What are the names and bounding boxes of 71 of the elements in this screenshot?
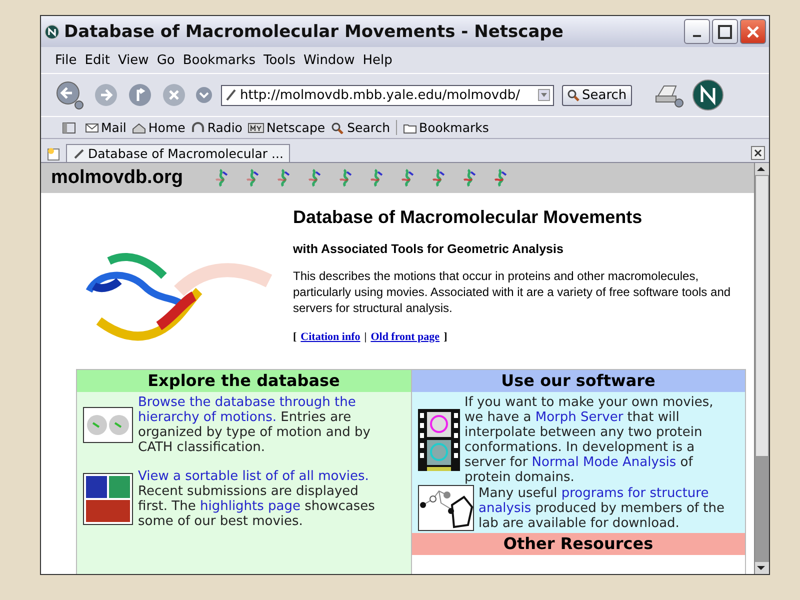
menu-item[interactable]: Tools — [263, 52, 296, 68]
section-header: Explore the database — [77, 370, 410, 392]
link[interactable]: analysis — [478, 500, 532, 516]
close-tab-icon[interactable] — [751, 146, 765, 160]
maximize-icon — [718, 24, 732, 38]
link[interactable]: Old front page — [370, 330, 440, 343]
dropdown-icon[interactable] — [538, 89, 550, 101]
menu-item[interactable]: Go — [156, 52, 175, 68]
link[interactable]: Mode Analysis — [582, 455, 676, 470]
description-text: This describes the motions that occur in proteins and other macromolecules, particularly using movies. Associated with it are a variety of free software tools and servers for structural analysis. — [293, 268, 732, 317]
minimize-icon — [693, 34, 701, 36]
maximize-button[interactable] — [712, 19, 738, 44]
page-icon — [73, 148, 85, 160]
menu-item[interactable]: View — [118, 52, 149, 68]
link[interactable]: programs for structure — [561, 486, 709, 500]
vertical-scrollbar[interactable] — [754, 163, 769, 574]
back-icon[interactable] — [55, 80, 85, 110]
link[interactable]: Morph Server — [535, 410, 624, 425]
site-name: molmovdb.org — [51, 167, 183, 189]
reload-icon[interactable] — [127, 82, 153, 108]
window-title: Database of Macromolecular Movements - Netscape — [64, 22, 564, 42]
page-icon — [225, 88, 237, 102]
address-field[interactable]: http://molmovdb.mbb.yale.edu/molmovdb/ — [221, 84, 554, 106]
link[interactable]: View a sortable list of of all movies. — [138, 469, 369, 484]
link[interactable]: Browse the database through the — [138, 395, 356, 410]
minimize-button[interactable] — [684, 19, 710, 44]
page-heading: Database of Macromolecular Movements — [293, 207, 644, 228]
toolbar-link[interactable]: Bookmarks — [396, 120, 489, 135]
link[interactable]: highlights page — [200, 499, 301, 514]
protein-structure-thumbnail — [83, 407, 133, 443]
section-header: Other Resources — [412, 533, 745, 555]
section-paragraph: Many useful programs for structure analysis produced by members of the lab are available for download. — [478, 486, 726, 530]
link[interactable]: Citation info — [300, 330, 360, 343]
menu-item[interactable]: Edit — [84, 52, 110, 68]
headphones-icon — [191, 122, 206, 134]
netscape-logo-icon — [44, 24, 60, 40]
menu-item[interactable]: Bookmarks — [182, 52, 256, 68]
toolbar-link[interactable]: Netscape — [248, 120, 326, 135]
separator-text: | — [364, 330, 367, 343]
film-strip-icon — [418, 409, 460, 471]
close-icon — [746, 24, 760, 38]
toolbar-link[interactable]: Search — [331, 120, 390, 135]
netscape-logo-icon[interactable] — [692, 79, 724, 111]
section-paragraph: Browse the database through the hierarchy of motions. Entries are organized by type of motion and by CATH classification. — [138, 395, 372, 455]
dropdown-icon[interactable] — [195, 86, 213, 104]
bracket-text: [ — [293, 330, 297, 343]
molecule-graph-icon — [418, 485, 474, 531]
menu-item[interactable]: File — [55, 52, 77, 68]
section-paragraph: If you want to make your own movies, we have a Morph Server that will interpolate between any two protein conformations. In development is a server for Normal Mode Analysis of protein domains. — [464, 395, 714, 485]
protein-structure-thumbnail — [83, 473, 133, 525]
toolbar-link[interactable]: Home — [132, 120, 186, 135]
search-button[interactable]: Search — [562, 84, 632, 106]
envelope-icon — [85, 122, 99, 134]
my-badge-icon — [248, 122, 264, 134]
section-header: Use our software — [412, 370, 745, 392]
toolbar-link[interactable]: Mail — [85, 120, 126, 135]
link[interactable]: hierarchy of motions. — [138, 410, 277, 425]
scrollbar-thumb[interactable] — [755, 175, 769, 457]
search-icon — [331, 122, 346, 134]
bracket-text: ] — [444, 330, 448, 343]
folder-icon — [403, 122, 418, 134]
page-subheading: with Associated Tools for Geometric Analysis — [293, 242, 564, 256]
menu-item[interactable]: Help — [362, 52, 392, 68]
browser-tab[interactable]: Database of Macromolecular ... — [66, 144, 290, 162]
house-icon — [132, 122, 146, 134]
link[interactable]: Normal — [532, 455, 579, 470]
menu-item[interactable]: Window — [304, 52, 355, 68]
toolbar-link[interactable]: Radio — [191, 120, 242, 135]
close-button[interactable] — [740, 19, 766, 44]
section-paragraph: View a sortable list of of all movies. Recent submissions are displayed first. The highlights page showcases some of our best movies. — [138, 469, 376, 529]
search-icon — [567, 88, 580, 102]
